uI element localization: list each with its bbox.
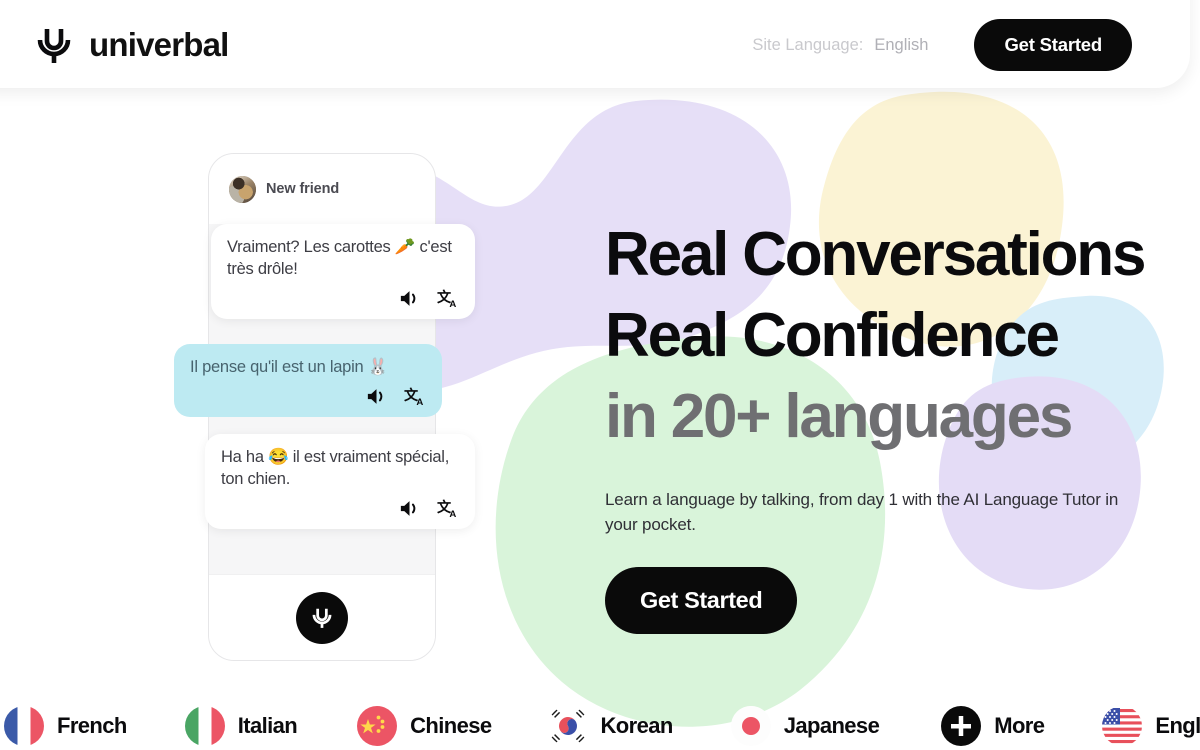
brand-name: univerbal	[89, 26, 229, 63]
headline-line-1: Real Conversations	[605, 220, 1146, 289]
language-label: Japanese	[783, 713, 880, 738]
site-language-value: English	[874, 35, 929, 54]
microphone-record-button[interactable]	[296, 591, 348, 644]
language-label: French	[57, 713, 127, 738]
flag-france-icon	[4, 706, 44, 746]
language-label: Korean	[600, 713, 674, 738]
site-header: univerbal Site Language: English Get Sta…	[0, 0, 1190, 88]
language-label: Chinese	[410, 713, 492, 738]
header-inner: univerbal Site Language: English Get Sta…	[0, 14, 1190, 76]
chat-message-actions: 文 A	[221, 498, 459, 520]
chat-message-actions: 文 A	[190, 386, 426, 408]
flag-usa-icon	[1102, 706, 1143, 746]
header-actions: Site Language: English Get Started	[752, 19, 1132, 71]
microphone-logo-icon	[37, 29, 71, 63]
translate-icon[interactable]: 文 A	[404, 386, 426, 408]
language-item-italian[interactable]: Italian	[184, 706, 298, 746]
chat-composer	[209, 574, 435, 660]
chat-message-bubble: Vraiment? Les carottes 🥕 c'est très drôl…	[211, 224, 475, 319]
chat-message-actions: 文 A	[227, 288, 459, 310]
chat-header: New friend	[209, 154, 435, 224]
speaker-icon[interactable]	[399, 499, 420, 518]
chat-message-bubble: Il pense qu'il est un lapin 🐰 文 A	[174, 344, 442, 417]
speaker-icon[interactable]	[399, 289, 420, 308]
header-get-started-button[interactable]: Get Started	[974, 19, 1132, 71]
svg-text:A: A	[416, 398, 423, 408]
headline-line-3: in 20+ languages	[605, 382, 1073, 452]
chat-contact-name: New friend	[266, 181, 340, 197]
language-item-more[interactable]: More	[941, 706, 1045, 746]
translate-icon[interactable]: 文 A	[437, 288, 459, 310]
chat-message-bubble: Ha ha 😂 il est vraiment spécial, ton chi…	[205, 434, 475, 529]
site-language-label: Site Language:	[752, 35, 864, 54]
language-label: More	[994, 713, 1045, 738]
flag-china-icon	[357, 706, 398, 746]
headline-line-2: Real Confidence	[605, 301, 1060, 371]
user-avatar-photo	[229, 175, 256, 203]
svg-text:A: A	[449, 300, 456, 310]
chat-message-text: Il pense qu'il est un lapin 🐰	[190, 358, 389, 376]
hero-get-started-button[interactable]: Get Started	[605, 566, 798, 634]
svg-text:A: A	[449, 510, 456, 520]
hero-subtitle: Learn a language by talking, from day 1 …	[605, 489, 1119, 534]
hero-section: Real Conversations Real Confidence in 20…	[605, 214, 1165, 634]
plus-circle-icon	[941, 706, 982, 746]
translate-icon[interactable]: 文 A	[437, 498, 459, 520]
language-item-french[interactable]: French	[4, 706, 127, 746]
language-label: Italian	[237, 713, 298, 738]
flag-japan-icon	[730, 706, 771, 746]
brand-logo[interactable]: univerbal	[33, 24, 229, 66]
language-item-korean[interactable]: Korean	[547, 706, 674, 746]
language-label: English	[1155, 713, 1200, 738]
flag-south-korea-icon	[547, 706, 588, 746]
chat-message-text: Vraiment? Les carottes 🥕 c'est très drôl…	[227, 238, 452, 278]
microphone-icon	[312, 608, 332, 628]
speaker-icon[interactable]	[366, 387, 387, 406]
chat-message-text: Ha ha 😂 il est vraiment spécial, ton chi…	[221, 448, 450, 488]
flag-italy-icon	[184, 706, 225, 746]
language-item-english[interactable]: English	[1102, 706, 1200, 746]
language-item-chinese[interactable]: Chinese	[357, 706, 492, 746]
site-language-selector[interactable]: Site Language: English	[752, 36, 928, 55]
language-strip: French Italian Chinese Korean Japanese M…	[0, 696, 1200, 750]
language-item-japanese[interactable]: Japanese	[730, 706, 880, 746]
